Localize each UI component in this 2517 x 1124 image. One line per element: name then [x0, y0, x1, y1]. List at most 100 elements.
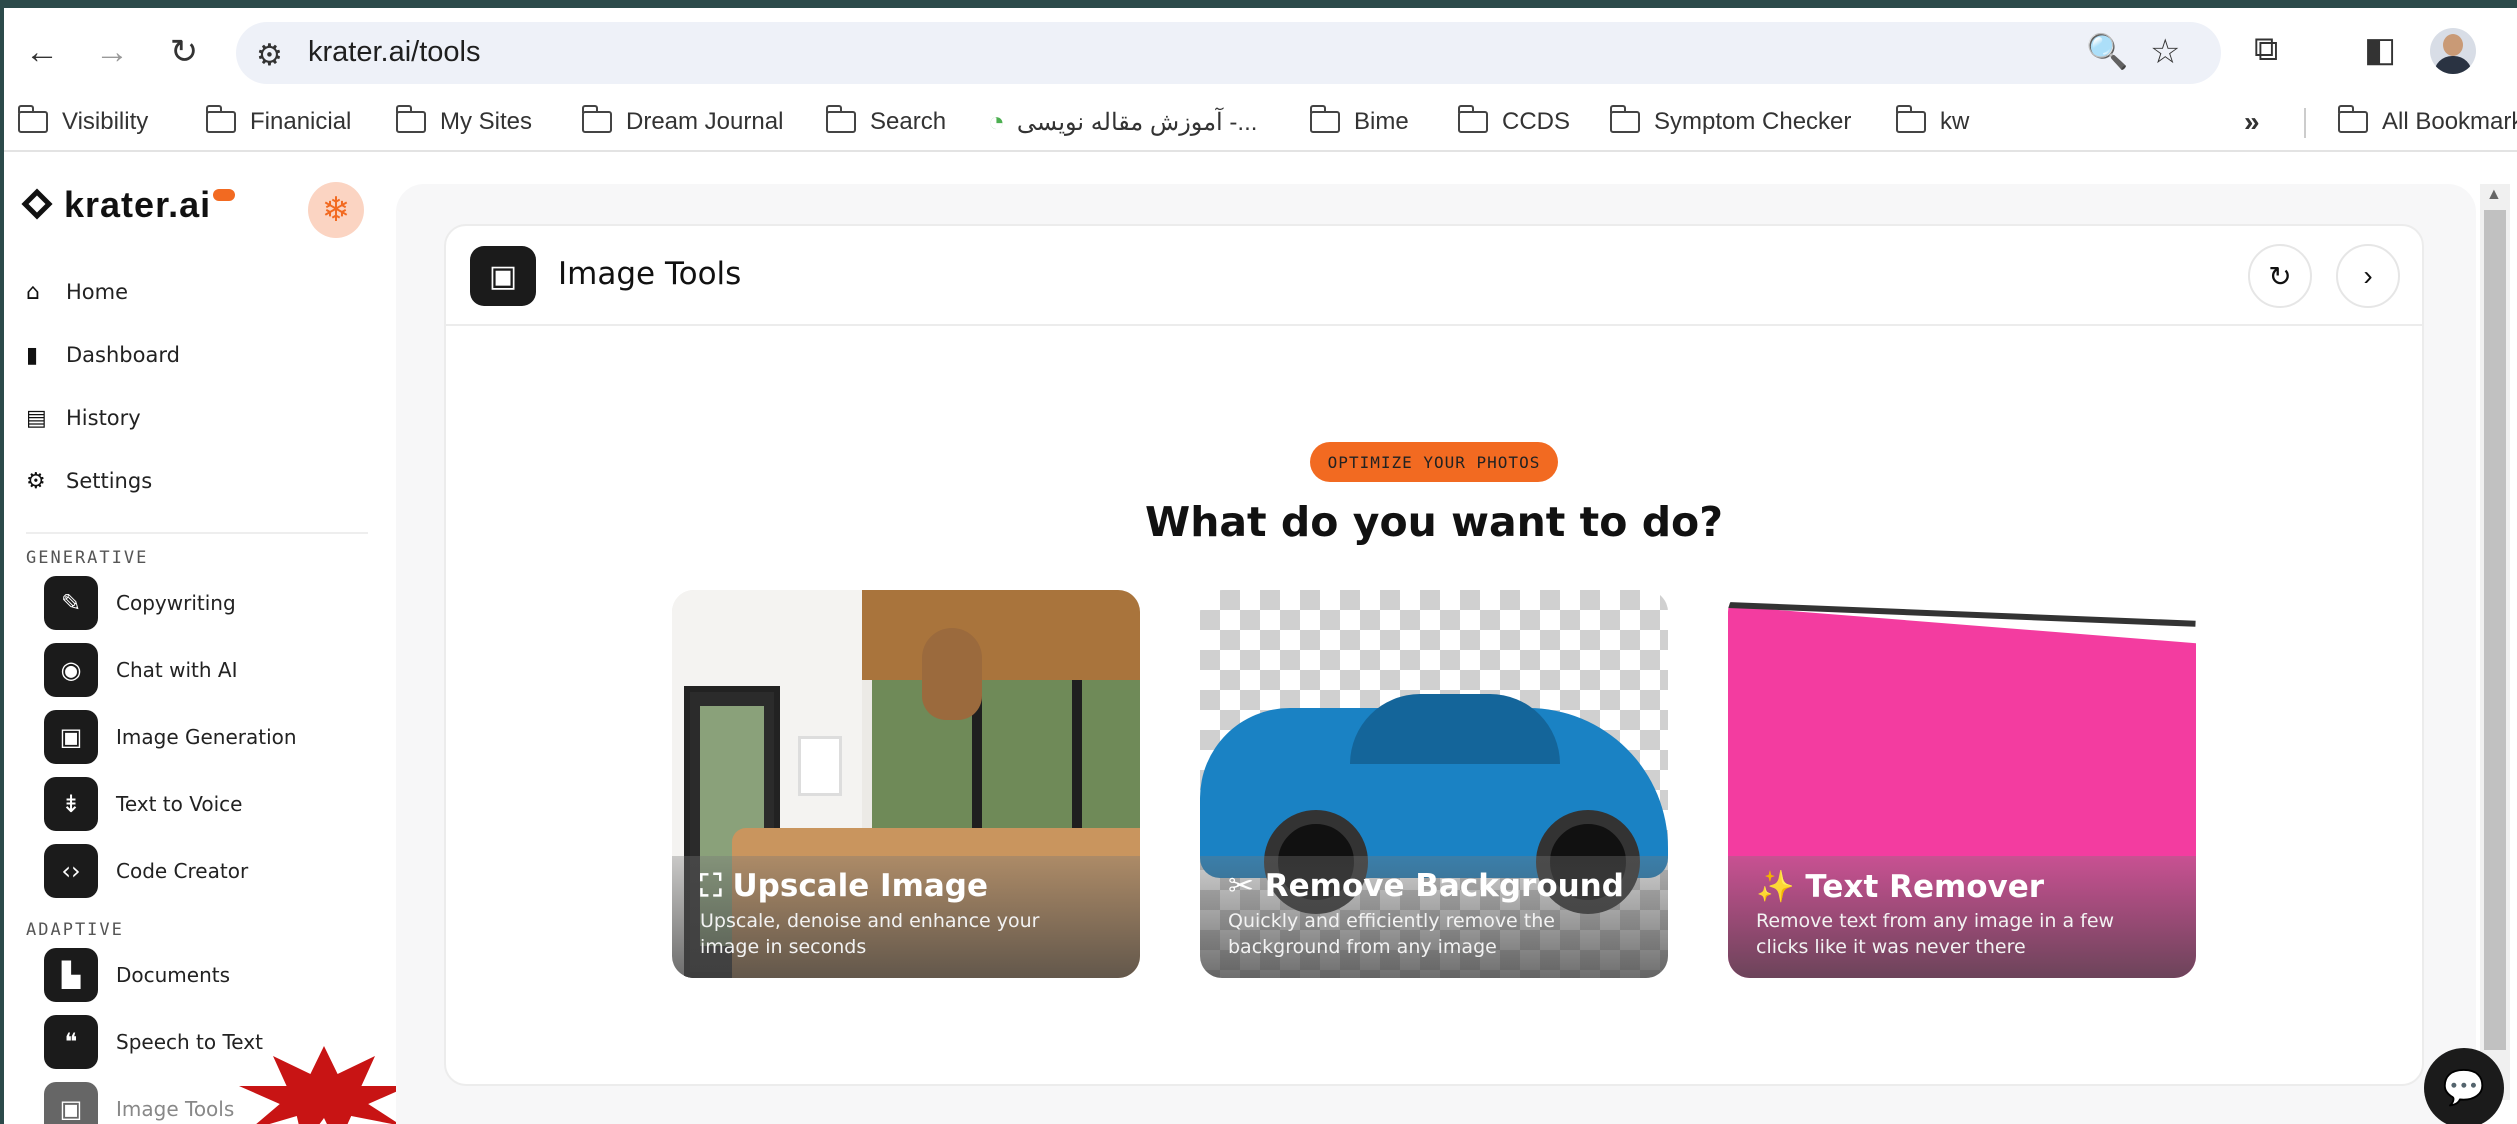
bookmark-folder[interactable]: Search [825, 104, 946, 140]
tool-chat-with-ai[interactable]: ◉ Chat with AI [44, 643, 237, 697]
bookmark-label: Symptom Checker [1654, 108, 1852, 135]
folder-icon [1309, 105, 1340, 133]
bookmark-label: Visibility [62, 108, 149, 135]
tool-text-to-voice[interactable]: ⇟ Text to Voice [44, 777, 242, 831]
card-title-text: Upscale Image [732, 868, 989, 904]
profile-avatar[interactable] [2430, 28, 2476, 74]
card-title-text: Text Remover [1805, 869, 2045, 905]
gear-icon: ⚙ [26, 468, 46, 494]
folder-icon [1895, 105, 1926, 133]
home-icon: ⌂ [26, 279, 40, 305]
tool-label: Image Generation [116, 725, 297, 749]
scroll-up-icon[interactable]: ▲ [2486, 186, 2502, 204]
card-title-text: Remove Background [1264, 868, 1624, 904]
site-favicon-icon: ◔ [988, 106, 1005, 137]
bookmarks-overflow-button[interactable]: » [2244, 104, 2260, 140]
chat-icon: 💬 [2442, 1069, 2486, 1107]
section-heading: What do you want to do? [1144, 498, 1724, 546]
tool-image-tools[interactable]: ▣ Image Tools [44, 1082, 234, 1124]
scrollbar-thumb[interactable] [2484, 210, 2506, 1050]
bookmark-label: Bime [1354, 108, 1409, 135]
extensions-icon[interactable]: ⧉ [2254, 30, 2278, 69]
reload-icon[interactable]: ↻ [160, 28, 208, 76]
tool-label: Speech to Text [116, 1030, 263, 1054]
card-description: Remove text from any image in a few clic… [1756, 910, 2115, 958]
zoom-icon[interactable]: 🔍 [2086, 32, 2128, 72]
card-description: Quickly and efficiently remove the backg… [1228, 910, 1555, 958]
scrollbar[interactable]: ▲ [2480, 184, 2510, 1100]
panel-header: ▣ Image Tools ↻ › [446, 226, 2422, 326]
bookmark-folder[interactable]: My Sites [395, 104, 532, 140]
page-title: Image Tools [558, 256, 742, 292]
next-button[interactable]: › [2336, 244, 2400, 308]
bookmark-site[interactable]: ◔ آموزش مقاله نویسی -... [988, 104, 1257, 140]
tool-label: Copywriting [116, 591, 236, 615]
bookmark-folder[interactable]: kw [1895, 104, 1970, 140]
folder-icon [1609, 105, 1640, 133]
image-tools-icon: ▣ [44, 1082, 98, 1124]
folder-icon [581, 105, 612, 133]
nav-label: Home [66, 280, 129, 304]
tool-label: Text to Voice [116, 792, 243, 816]
krater-logo[interactable]: krater.ai [21, 184, 236, 226]
bookmark-label: All Bookmarks [2382, 108, 2517, 135]
nav-history[interactable]: ▤ History [26, 396, 141, 440]
sidebar-divider [26, 532, 368, 534]
bookmark-folder[interactable]: CCDS [1457, 104, 1571, 140]
refresh-button[interactable]: ↻ [2248, 244, 2312, 308]
forward-icon[interactable]: → [88, 28, 136, 76]
bookmark-folder[interactable]: Symptom Checker [1609, 104, 1852, 140]
bar-chart-icon: ▮ [26, 342, 39, 368]
tool-image-generation[interactable]: ▣ Image Generation [44, 710, 297, 764]
nav-home[interactable]: ⌂ Home [26, 270, 128, 314]
document-icon: ▙ [44, 948, 98, 1002]
address-bar[interactable]: ⚙ krater.ai/tools 🔍 ☆ [236, 22, 2221, 84]
microphone-icon: ⇟ [44, 777, 98, 831]
card-title: ✨ Text Remover [1756, 868, 2044, 905]
app-root: krater.ai ❄ ⌂ Home ▮ Dashboard ▤ History ⚙ S… [4, 154, 2517, 1124]
tool-code-creator[interactable]: ‹› Code Creator [44, 844, 248, 898]
browser-toolbar: ← → ↻ ⚙ krater.ai/tools 🔍 ☆ ⧉ ◧ [4, 8, 2517, 94]
card-upscale-image[interactable]: ⛶ Upscale Image Upscale, denoise and enh… [672, 590, 1140, 978]
bookmark-label: Finanicial [250, 108, 352, 135]
card-text-remover[interactable]: ✨ Text Remover Remove text from any imag… [1728, 590, 2196, 978]
bookmark-folder[interactable]: Visibility [17, 104, 149, 140]
bookmark-folder[interactable]: Dream Journal [581, 104, 784, 140]
image-icon: ▣ [44, 710, 98, 764]
bookmark-folder[interactable]: Finanicial [205, 104, 352, 140]
card-title: ⛶ Upscale Image [700, 868, 988, 905]
magic-wand-icon: ✨ [1756, 869, 1806, 905]
all-bookmarks-folder[interactable]: All Bookmarks [2337, 104, 2517, 140]
section-generative: GENERATIVE [26, 548, 149, 568]
red-starburst-annotation [239, 1046, 409, 1124]
side-panel-icon[interactable]: ◧ [2364, 30, 2396, 70]
tool-documents[interactable]: ▙ Documents [44, 948, 230, 1002]
card-remove-background[interactable]: ✂ Remove Background Quickly and efficien… [1200, 590, 1668, 978]
snowflake-icon[interactable]: ❄ [308, 182, 364, 238]
section-adaptive: ADAPTIVE [26, 920, 124, 940]
bookmark-label: CCDS [1502, 108, 1571, 135]
pendant-lamp [922, 628, 982, 720]
logo-text: krater.ai [64, 184, 212, 225]
url-text[interactable]: krater.ai/tools [308, 36, 480, 69]
chat-support-button[interactable]: 💬 [2424, 1048, 2504, 1124]
tool-copywriting[interactable]: ✎ Copywriting [44, 576, 236, 630]
bookmark-separator [2304, 108, 2306, 138]
nav-dashboard[interactable]: ▮ Dashboard [26, 333, 180, 377]
card-description: Upscale, denoise and enhance your image … [700, 910, 1040, 958]
folder-icon [2337, 105, 2368, 133]
bookmark-folder[interactable]: Bime [1309, 104, 1409, 140]
site-settings-icon[interactable]: ⚙ [256, 38, 283, 73]
tool-speech-to-text[interactable]: ❝ Speech to Text [44, 1015, 263, 1069]
bookmark-label: kw [1940, 108, 1970, 135]
nav-label: Dashboard [66, 343, 180, 367]
tool-label: Image Tools [116, 1097, 235, 1121]
chat-bubble-icon: ◉ [44, 643, 98, 697]
image-tools-icon: ▣ [470, 246, 536, 306]
bookmark-label: Dream Journal [626, 108, 784, 135]
folder-icon [205, 105, 236, 133]
bookmark-star-icon[interactable]: ☆ [2150, 32, 2180, 72]
back-icon[interactable]: ← [18, 28, 66, 76]
nav-settings[interactable]: ⚙ Settings [26, 459, 152, 503]
browser-window: ← → ↻ ⚙ krater.ai/tools 🔍 ☆ ⧉ ◧ Visibili… [4, 8, 2517, 1124]
